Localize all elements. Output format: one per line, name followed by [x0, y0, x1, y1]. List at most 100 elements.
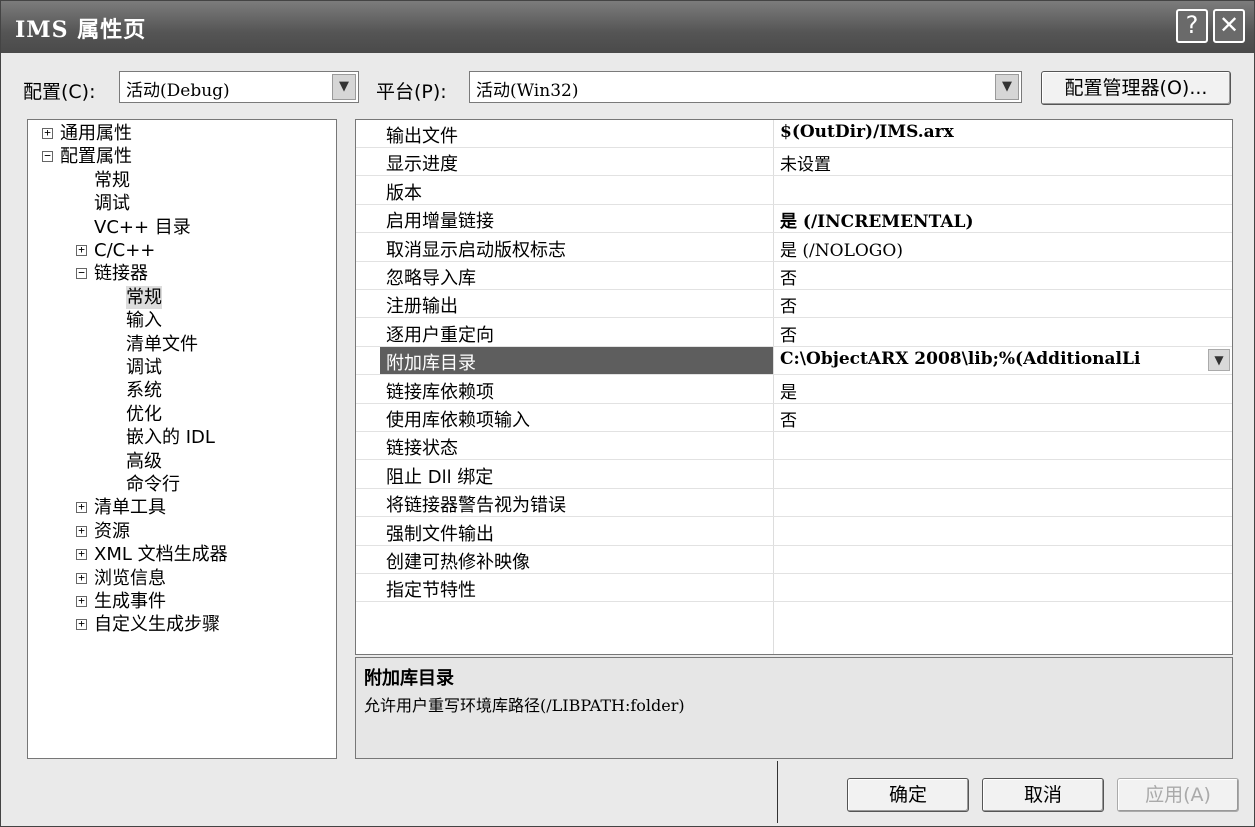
close-icon[interactable]: ✕ — [1213, 9, 1245, 43]
platform-value: 活动(Win32) — [476, 81, 579, 101]
property-row[interactable]: 启用增量链接 是 (/INCREMENTAL) — [356, 205, 1232, 234]
ok-button[interactable]: 确定 — [847, 778, 969, 812]
help-icon[interactable]: ? — [1176, 9, 1208, 43]
expand-icon[interactable]: + — [76, 572, 87, 584]
property-value[interactable]: $(OutDir)/IMS.arx — [780, 122, 954, 142]
tree-item-label: XML 文档生成器 — [94, 544, 228, 566]
property-name: 创建可热修补映像 — [386, 552, 530, 573]
description-title: 附加库目录 — [364, 668, 454, 689]
property-value[interactable]: C:\ObjectARX 2008\lib;%(AdditionalLi — [780, 349, 1140, 369]
tree-item-label: 输入 — [126, 310, 162, 332]
property-row[interactable]: 链接库依赖项 是 — [356, 376, 1232, 404]
property-name: 链接状态 — [386, 438, 458, 460]
property-name: 使用库依赖项输入 — [386, 410, 530, 431]
cancel-button[interactable]: 取消 — [982, 778, 1104, 812]
property-name: 逐用户重定向 — [386, 324, 494, 346]
expand-icon[interactable]: + — [76, 618, 87, 631]
property-name: 指定节特性 — [386, 580, 476, 602]
platform-dropdown[interactable]: 活动(Win32) ▼ — [469, 71, 1022, 103]
tree-item-label: 通用属性 — [60, 123, 132, 144]
tree-item-label: 调试 — [94, 193, 130, 215]
tree-item-label: 生成事件 — [94, 591, 166, 612]
description-panel: 附加库目录 允许用户重写环境库路径(/LIBPATH:folder) — [355, 657, 1233, 759]
title-bar[interactable]: IMS 属性页 ? ✕ — [1, 1, 1254, 53]
property-name: 附加库目录 — [386, 353, 476, 375]
property-row[interactable]: 使用库依赖项输入 否 — [356, 404, 1232, 432]
property-grid[interactable]: 输出文件 $(OutDir)/IMS.arx 显示进度 未设置 版本 启用增量链接是 (/… — [355, 119, 1233, 655]
tree-item-label: 嵌入的 IDL — [126, 427, 215, 449]
chevron-down-icon[interactable]: ▼ — [332, 74, 356, 100]
property-name: 将链接器警告视为错误 — [386, 495, 566, 517]
property-value[interactable]: 否 — [780, 321, 797, 346]
tree-item-label: 系统 — [126, 380, 162, 402]
tree-item-label: 优化 — [126, 403, 162, 425]
property-row[interactable]: 指定节特性 — [356, 574, 1232, 603]
tree-item-label: 配置属性 — [60, 146, 132, 168]
property-value[interactable]: 是 (/NOLOGO) — [780, 236, 903, 261]
property-value[interactable]: 否 — [780, 292, 797, 317]
property-name: 显示进度 — [386, 154, 458, 176]
property-row[interactable]: 输出文件 $(OutDir)/IMS.arx — [356, 120, 1232, 148]
property-row[interactable]: 忽略导入库 否 — [356, 262, 1232, 290]
property-row[interactable]: 注册输出 否 — [356, 290, 1232, 319]
property-name: 取消显示启动版权标志 — [386, 239, 566, 261]
window-title: IMS 属性页 — [15, 17, 147, 43]
expand-icon[interactable]: + — [76, 548, 87, 561]
property-row[interactable]: 附加库目录 C:\ObjectARX 2008\lib;%(AdditionalL… — [356, 347, 1232, 376]
config-manager-button[interactable]: 配置管理器(O)... — [1041, 71, 1231, 105]
expand-icon[interactable]: + — [76, 244, 87, 256]
config-label: 配置(C): — [23, 81, 96, 103]
tree-item-label: 浏览信息 — [94, 567, 166, 589]
property-row[interactable]: 将链接器警告视为错误 — [356, 489, 1232, 518]
property-row[interactable]: 阻止 Dll 绑定 — [356, 461, 1232, 489]
expand-icon[interactable]: + — [42, 127, 53, 139]
platform-label: 平台(P): — [376, 81, 447, 103]
divider-line — [777, 761, 778, 823]
property-tree[interactable]: + 通用属性 − 配置属性 常规 调试 VC++ 目录 + C/C++ − 链接器 常规 输入 清单文件调… — [27, 119, 337, 759]
property-name: 链接库依赖项 — [386, 381, 494, 403]
property-row[interactable]: 创建可热修补映像 — [356, 546, 1232, 574]
description-text: 允许用户重写环境库路径(/LIBPATH:folder) — [364, 696, 685, 715]
property-row[interactable]: 取消显示启动版权标志 是 (/NOLOGO) — [356, 234, 1232, 262]
property-name: 忽略导入库 — [386, 268, 476, 289]
tree-item-label: C/C++ — [94, 240, 156, 261]
expand-icon[interactable]: + — [76, 525, 87, 537]
property-row[interactable]: 链接状态 — [356, 432, 1232, 461]
tree-item-label: 链接器 — [94, 263, 148, 285]
property-name: 输出文件 — [386, 126, 458, 147]
tree-item-label: 常规 — [126, 285, 162, 309]
property-name: 启用增量链接 — [386, 211, 494, 233]
property-value[interactable]: 否 — [780, 264, 797, 289]
config-value: 活动(Debug) — [126, 81, 230, 101]
tree-item-label: 调试 — [126, 357, 162, 378]
property-name: 强制文件输出 — [386, 523, 494, 545]
property-row[interactable]: 版本 — [356, 177, 1232, 205]
tree-item-label: 资源 — [94, 520, 130, 542]
tree-item-label: 自定义生成步骤 — [94, 614, 220, 636]
tree-item-label: 常规 — [94, 169, 130, 191]
property-row[interactable]: 强制文件输出 — [356, 518, 1232, 546]
tree-item-label: 清单工具 — [94, 497, 166, 519]
apply-button[interactable]: 应用(A) — [1117, 778, 1239, 812]
property-value[interactable]: 未设置 — [780, 150, 831, 175]
property-row[interactable]: 逐用户重定向 否 — [356, 319, 1232, 347]
chevron-down-icon[interactable]: ▼ — [995, 74, 1019, 100]
property-value[interactable]: 是 — [780, 378, 797, 403]
property-name: 版本 — [386, 182, 422, 204]
tree-item-label: 清单文件 — [126, 333, 198, 355]
collapse-icon[interactable]: − — [76, 267, 87, 280]
expand-icon[interactable]: + — [76, 501, 87, 514]
property-value[interactable]: 是 (/INCREMENTAL) — [780, 207, 974, 232]
property-value[interactable]: 否 — [780, 406, 797, 431]
property-name: 注册输出 — [386, 296, 458, 318]
collapse-icon[interactable]: − — [42, 150, 53, 163]
tree-item-label: 命令行 — [126, 474, 180, 495]
expand-icon[interactable]: + — [76, 595, 87, 607]
property-pages-window: IMS 属性页 ? ✕ 配置(C): 活动(Debug) ▼ 平台(P): 活动… — [0, 0, 1255, 827]
property-row[interactable]: 显示进度 未设置 — [356, 148, 1232, 177]
property-name: 阻止 Dll 绑定 — [386, 466, 494, 488]
config-dropdown[interactable]: 活动(Debug) ▼ — [119, 71, 359, 103]
chevron-down-icon[interactable]: ▼ — [1208, 349, 1230, 372]
tree-item-label: 高级 — [126, 450, 162, 472]
tree-item-label: VC++ 目录 — [94, 216, 191, 238]
